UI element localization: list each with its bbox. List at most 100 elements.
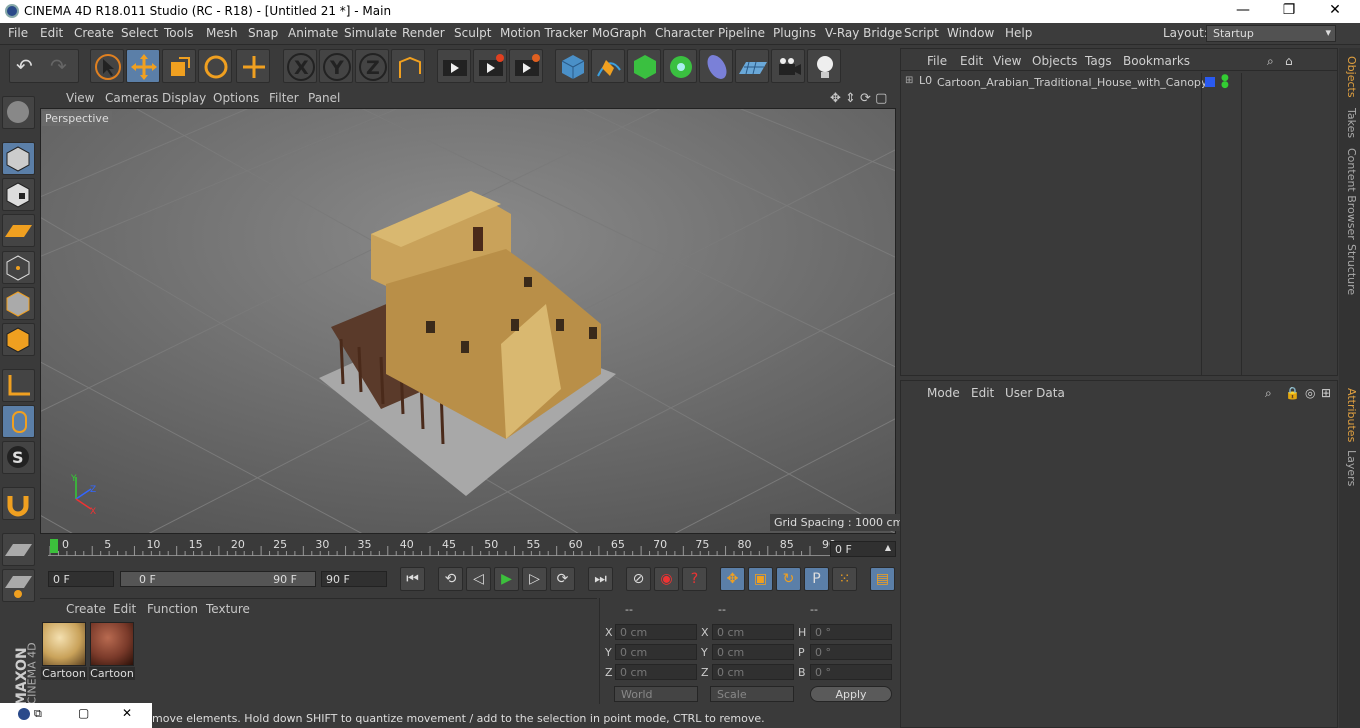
texture-mode-button[interactable] [2,178,35,211]
coord-system-select[interactable]: World [614,686,698,702]
menu-simulate[interactable]: Simulate [344,26,397,40]
play-button[interactable]: ▶ [494,567,519,591]
object-menu-file[interactable]: File [927,54,947,68]
menu-create[interactable]: Create [74,26,114,40]
workplane-button[interactable] [2,214,35,247]
home-icon[interactable]: ⌂ [1285,54,1293,68]
undo-icon[interactable]: ↶ [16,54,33,78]
locked-workplane-button[interactable] [2,533,35,566]
frame-range-slider[interactable]: 0 F 90 F [120,571,316,587]
deformer-button[interactable] [699,49,733,83]
go-to-end-button[interactable]: ⏭ [588,567,613,591]
menu-mograph[interactable]: MoGraph [592,26,647,40]
menu-plugins[interactable]: Plugins [773,26,816,40]
visibility-dots-icon[interactable]: ● ● [1221,74,1229,90]
minimized-window-tab[interactable]: ⧉ ▢ ✕ [0,703,152,728]
expand-icon[interactable]: ⊞ [905,75,913,86]
menu-motion-tracker[interactable]: Motion Tracker [500,26,588,40]
rotation-p-field[interactable]: 0 ° [810,644,892,660]
attribute-menu-user-data[interactable]: User Data [1005,386,1065,400]
object-menu-tags[interactable]: Tags [1085,54,1112,68]
menu-render[interactable]: Render [402,26,445,40]
restore-icon[interactable]: ⧉ [34,707,42,721]
menu-mesh[interactable]: Mesh [206,26,238,40]
layout-select[interactable]: Startup ▾ [1206,25,1336,42]
timeline-ruler[interactable] [48,540,830,556]
make-editable-button[interactable] [2,96,35,129]
menu-edit[interactable]: Edit [40,26,63,40]
record-keys-button[interactable]: ⊘ [626,567,651,591]
tab-content-browser[interactable]: Content Browser [1341,148,1358,240]
viewport-menu-panel[interactable]: Panel [308,91,340,105]
tab-layers[interactable]: Layers [1341,450,1358,486]
tweak-mode-button[interactable] [2,405,35,438]
search-icon[interactable]: ⌕ [1267,54,1274,69]
menu-help[interactable]: Help [1005,26,1032,40]
object-name[interactable]: Cartoon_Arabian_Traditional_House_with_C… [937,76,1207,89]
perspective-viewport[interactable]: Y Z X [40,108,896,534]
position-y-field[interactable]: 0 cm [615,644,697,660]
menu-animate[interactable]: Animate [288,26,338,40]
menu-file[interactable]: File [8,26,28,40]
material-swatch[interactable] [42,622,86,666]
go-to-start-button[interactable]: ⏮ [400,567,425,591]
render-view-button[interactable] [437,49,471,83]
render-picture-viewer-button[interactable] [473,49,507,83]
viewport-menu-filter[interactable]: Filter [269,91,299,105]
polygons-mode-button[interactable] [2,323,35,356]
material-menu-texture[interactable]: Texture [206,602,250,616]
spline-pen-button[interactable] [591,49,625,83]
object-menu-edit[interactable]: Edit [960,54,983,68]
snap-button[interactable] [2,487,35,520]
move-tool-button[interactable] [126,49,160,83]
key-parameter-button[interactable]: P [804,567,829,591]
apply-button[interactable]: Apply [810,686,892,702]
size-y-field[interactable]: 0 cm [712,644,794,660]
position-z-field[interactable]: 0 cm [615,664,697,680]
live-selection-button[interactable] [90,49,124,83]
light-button[interactable] [807,49,841,83]
layer-color-swatch[interactable] [1205,77,1215,87]
playhead[interactable] [50,539,58,553]
axis-mode-button[interactable] [2,369,35,402]
tab-attributes[interactable]: Attributes [1341,388,1358,442]
menu-sculpt[interactable]: Sculpt [454,26,491,40]
coord-mode-select[interactable]: Scale [710,686,794,702]
size-x-field[interactable]: 0 cm [712,624,794,640]
key-position-button[interactable]: ✥ [720,567,745,591]
menu-snap[interactable]: Snap [248,26,278,40]
viewport-menu-options[interactable]: Options [213,91,259,105]
menu-tools[interactable]: Tools [164,26,194,40]
end-frame-field[interactable]: 90 F [321,571,387,587]
key-pla-button[interactable]: ⁙ [832,567,857,591]
x-axis-button[interactable]: X [283,49,317,83]
planar-workplane-button[interactable] [2,569,35,602]
current-frame-field[interactable]: 0 F ▲ [830,541,896,557]
menu-script[interactable]: Script [904,26,939,40]
menu-vray-bridge[interactable]: V-Ray Bridge [825,26,902,40]
stepper-icon[interactable]: ▲ [885,543,891,552]
viewport-navigate-icons[interactable]: ✥ ⇕ ⟳ ▢ [830,91,887,106]
cube-primitive-button[interactable] [555,49,589,83]
camera-button[interactable] [771,49,805,83]
rotation-h-field[interactable]: 0 ° [810,624,892,640]
menu-select[interactable]: Select [121,26,158,40]
object-menu-objects[interactable]: Objects [1032,54,1077,68]
position-x-field[interactable]: 0 cm [615,624,697,640]
rotation-b-field[interactable]: 0 ° [810,664,892,680]
search-icon[interactable]: ⌕ [1265,386,1272,401]
redo-icon[interactable]: ↷ [50,54,67,78]
minimize-button[interactable]: — [1228,2,1258,20]
maximize-icon[interactable]: ▢ [78,706,89,720]
key-rotation-button[interactable]: ↻ [776,567,801,591]
target-icon[interactable]: ◎ [1305,386,1315,400]
material-menu-create[interactable]: Create [66,602,106,616]
object-menu-bookmarks[interactable]: Bookmarks [1123,54,1190,68]
viewport-menu-view[interactable]: View [66,91,94,105]
attribute-menu-edit[interactable]: Edit [971,386,994,400]
maximize-button[interactable]: ❐ [1274,2,1304,20]
points-mode-button[interactable] [2,251,35,284]
coordinate-system-button[interactable] [391,49,425,83]
autokey-button[interactable]: ◉ [654,567,679,591]
start-frame-field[interactable]: 0 F [48,571,114,587]
